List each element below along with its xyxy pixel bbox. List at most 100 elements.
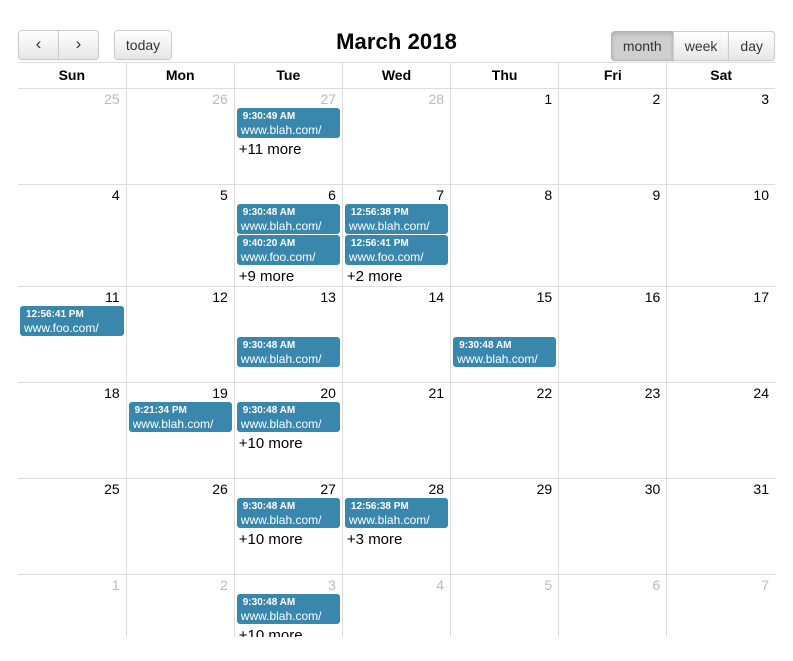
next-month-button[interactable]: › (58, 30, 99, 60)
day-cell-inner: 29 (451, 479, 558, 498)
calendar-event[interactable]: 9:30:48 AM www.blah.com/ (236, 498, 340, 528)
day-number: 25 (104, 91, 120, 107)
day-cell[interactable]: 3 (666, 88, 775, 185)
day-number: 26 (212, 91, 228, 107)
day-events-container: 12:56:38 PM www.blah.com/12:56:41 PM www.f… (343, 204, 450, 286)
day-events-container: 9:30:48 AM www.blah.com/ +10 more (235, 498, 342, 549)
day-cell[interactable]: 20 9:30:48 AM www.blah.com/+10 more (233, 382, 343, 479)
day-events-container: 9:30:48 AM www.blah.com/ (451, 306, 558, 367)
day-cell[interactable]: 3 9:30:48 AM www.blah.com/+10 more (233, 574, 343, 637)
day-cell-inner: 6 9:30:48 AM www.blah.com/9:40:20 AM www.fo… (235, 185, 342, 286)
more-events-link[interactable]: +10 more (237, 530, 340, 549)
day-cell[interactable]: 2 (558, 88, 668, 185)
day-number: 17 (753, 289, 769, 305)
calendar-event[interactable]: 9:30:48 AM www.blah.com/ (453, 337, 557, 367)
day-cell[interactable]: 25 (18, 478, 127, 575)
day-cell[interactable]: 11 12:56:41 PM www.foo.com/ (18, 286, 127, 383)
calendar-event[interactable]: 9:40:20 AM www.foo.com/ (236, 235, 340, 265)
day-cell-inner: 24 (667, 383, 775, 402)
day-cell[interactable]: 9 (558, 184, 668, 287)
calendar-event[interactable]: 12:56:41 PM www.foo.com/ (344, 235, 449, 265)
calendar-event[interactable]: 9:30:48 AM www.blah.com/ (236, 594, 340, 624)
day-cell[interactable]: 13 9:30:48 AM www.blah.com/ (233, 286, 343, 383)
day-cell[interactable]: 5 (125, 184, 235, 287)
calendar-event[interactable]: 12:56:38 PM www.blah.com/ (344, 204, 449, 234)
view-button-week[interactable]: week (672, 31, 730, 61)
day-number: 8 (544, 187, 553, 203)
day-cell[interactable]: 14 (341, 286, 452, 383)
view-button-day[interactable]: day (728, 31, 775, 61)
day-events-container: 9:30:49 AM www.blah.com/ +11 more (235, 108, 342, 159)
day-cell-inner: 2 (559, 89, 666, 108)
day-cell[interactable]: 23 (558, 382, 668, 479)
day-cell[interactable]: 5 (450, 574, 560, 637)
day-number: 21 (428, 385, 445, 401)
day-cell[interactable]: 25 (18, 88, 127, 185)
day-cell[interactable]: 12 (125, 286, 235, 383)
day-cell[interactable]: 27 9:30:48 AM www.blah.com/+10 more (233, 478, 343, 575)
more-events-link[interactable]: +3 more (345, 530, 448, 549)
day-number: 5 (544, 577, 553, 593)
day-cell-inner: 5 (127, 185, 234, 204)
day-number: 11 (105, 289, 120, 305)
more-events-link[interactable]: +11 more (237, 140, 340, 159)
day-cell[interactable]: 1 (18, 574, 127, 637)
day-cell[interactable]: 17 (666, 286, 775, 383)
day-cell[interactable]: 7 (666, 574, 775, 637)
calendar-event[interactable]: 12:56:41 PM www.foo.com/ (20, 306, 124, 336)
more-events-link[interactable]: +9 more (237, 267, 340, 286)
view-button-month[interactable]: month (610, 31, 674, 61)
day-cell[interactable]: 28 (341, 88, 452, 185)
event-time: 9:30:48 AM (242, 597, 296, 608)
today-button[interactable]: today (113, 30, 173, 60)
more-events-link[interactable]: +10 more (237, 434, 340, 453)
day-cell[interactable]: 7 12:56:38 PM www.blah.com/12:56:41 PM www.… (341, 184, 452, 287)
calendar-event[interactable]: 9:30:48 AM www.blah.com/ (236, 337, 340, 367)
calendar-event[interactable]: 9:21:34 PM www.blah.com/ (128, 402, 232, 432)
event-title: www.foo.com/ (348, 250, 424, 264)
day-header-sat: Sat (666, 63, 775, 89)
day-cell[interactable]: 2 (125, 574, 235, 637)
event-slot-spacer (453, 306, 556, 337)
day-cell[interactable]: 21 (341, 382, 452, 479)
calendar-widget: ‹ › today March 2018 month week day Sun Mon… (0, 0, 793, 661)
day-cell[interactable]: 22 (450, 382, 560, 479)
day-cell[interactable]: 16 (558, 286, 668, 383)
day-cell[interactable]: 27 9:30:49 AM www.blah.com/ +11 more (233, 88, 343, 185)
day-cell-inner: 28 (343, 89, 450, 108)
day-header-mon: Mon (125, 63, 235, 89)
day-cell[interactable]: 6 (558, 574, 668, 637)
day-cell-inner: 13 9:30:48 AM www.blah.com/ (235, 287, 342, 367)
day-cell[interactable]: 10 (666, 184, 775, 287)
chevron-left-icon: ‹ (35, 34, 42, 53)
day-cell[interactable]: 28 12:56:38 PM www.blah.com/+3 more (341, 478, 452, 575)
day-cell-inner: 11 12:56:41 PM www.foo.com/ (18, 287, 126, 336)
more-events-link[interactable]: +10 more (237, 626, 340, 637)
day-cell[interactable]: 26 (125, 88, 235, 185)
day-cell[interactable]: 8 (450, 184, 560, 287)
week-row: 11 12:56:41 PM www.foo.com/12 13 9:30:48 AM w… (18, 286, 775, 383)
calendar-event[interactable]: 9:30:49 AM www.blah.com/ (236, 108, 340, 138)
calendar-event[interactable]: 9:30:48 AM www.blah.com/ (236, 204, 340, 234)
day-number: 27 (320, 91, 336, 107)
day-cell-inner: 25 (18, 89, 126, 108)
day-cell[interactable]: 26 (125, 478, 235, 575)
day-cell[interactable]: 19 9:21:34 PM www.blah.com/ (125, 382, 235, 479)
calendar-event[interactable]: 12:56:38 PM www.blah.com/ (344, 498, 449, 528)
calendar-event[interactable]: 9:30:48 AM www.blah.com/ (236, 402, 340, 432)
day-cell[interactable]: 4 (341, 574, 452, 637)
day-cell[interactable]: 30 (558, 478, 668, 575)
day-cell[interactable]: 31 (666, 478, 775, 575)
day-cell[interactable]: 15 9:30:48 AM www.blah.com/ (450, 286, 560, 383)
day-number: 22 (536, 385, 553, 401)
day-cell[interactable]: 18 (18, 382, 127, 479)
day-cell[interactable]: 29 (450, 478, 560, 575)
prev-month-button[interactable]: ‹ (18, 30, 59, 60)
more-events-link[interactable]: +2 more (345, 267, 448, 286)
day-cell[interactable]: 24 (666, 382, 775, 479)
day-cell[interactable]: 4 (18, 184, 127, 287)
day-cell[interactable]: 6 9:30:48 AM www.blah.com/9:40:20 AM www.fo… (233, 184, 343, 287)
day-cell-inner: 19 9:21:34 PM www.blah.com/ (127, 383, 234, 432)
event-time: 12:56:41 PM (350, 238, 409, 249)
day-cell[interactable]: 1 (450, 88, 560, 185)
